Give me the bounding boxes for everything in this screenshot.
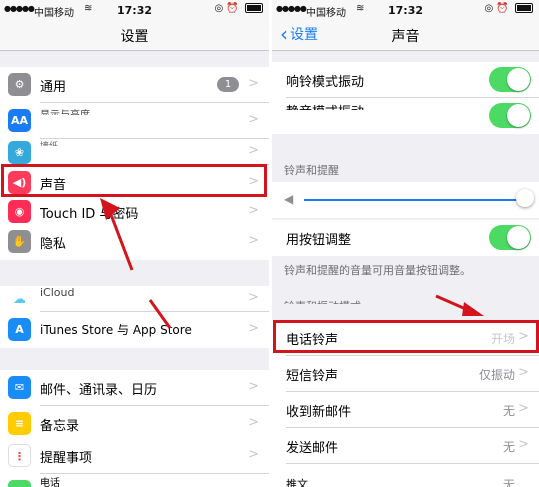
- display-brightness-icon: AA: [8, 109, 31, 132]
- settings-item-phone[interactable]: ✆ 电话: [0, 474, 269, 487]
- arrow-icon: [100, 198, 134, 271]
- nav-bar: 设置: [0, 20, 269, 51]
- chevron-right-icon: >: [248, 143, 259, 158]
- chevron-right-icon: >: [518, 365, 529, 380]
- hand-icon: ✋: [8, 230, 31, 253]
- chevron-right-icon: >: [518, 401, 529, 416]
- rotation-lock-icon: ◎: [214, 3, 224, 14]
- tweet-row[interactable]: 推文 无: [272, 464, 539, 487]
- chevron-right-icon: >: [248, 203, 259, 218]
- page-title: 声音: [391, 29, 420, 45]
- new-mail-row[interactable]: 收到新邮件 无 >: [272, 392, 539, 428]
- settings-item-mail[interactable]: ✉ 邮件、通讯录、日历 >: [0, 370, 269, 406]
- new-mail-label: 收到新邮件: [286, 405, 352, 420]
- chevron-right-icon: >: [518, 437, 529, 452]
- sent-mail-value: 无: [502, 440, 515, 454]
- ringer-volume-track[interactable]: [304, 199, 527, 201]
- vibrate-on-ring-label: 响铃模式振动: [286, 75, 365, 90]
- vibrate-on-silent-row: 静音模式振动: [272, 98, 539, 134]
- vibrate-on-ring-row: 响铃模式振动: [272, 62, 539, 98]
- patterns-section-header: 铃声和振动模式: [284, 298, 361, 304]
- ringer-volume-knob[interactable]: [516, 189, 534, 207]
- app-store-icon: A: [8, 318, 31, 341]
- vibrate-on-silent-toggle[interactable]: [489, 103, 531, 128]
- chevron-right-icon: >: [248, 76, 259, 91]
- chevron-right-icon: >: [248, 290, 259, 305]
- cloud-icon: ☁: [8, 288, 31, 311]
- speaker-icon: ◀: [284, 192, 294, 206]
- phone-icon: ✆: [8, 480, 31, 487]
- status-bar: ●●●●● 中国移动 ≋ 17:32 ◎ ⏰: [272, 0, 539, 20]
- change-with-buttons-label: 用按钮调整: [286, 233, 352, 248]
- settings-item-label: 电话: [40, 478, 60, 487]
- fingerprint-icon: ◉: [8, 200, 31, 223]
- settings-item-label: 备忘录: [40, 419, 80, 434]
- status-right-icons: ◎ ⏰: [484, 3, 533, 14]
- settings-item-label: 邮件、通讯录、日历: [40, 383, 158, 398]
- vibrate-on-ring-toggle[interactable]: [489, 67, 531, 92]
- highlight-box-ringtone: [273, 320, 539, 353]
- tweet-value: 无: [502, 478, 515, 487]
- settings-item-itunes[interactable]: A iTunes Store 与 App Store >: [0, 312, 269, 348]
- status-right-icons: ◎ ⏰: [214, 3, 263, 14]
- rotation-lock-icon: ◎: [484, 3, 494, 14]
- settings-item-wallpaper[interactable]: ❀ 墙纸 >: [0, 139, 269, 165]
- status-bar: ●●●●● 中国移动 ≋ 17:32 ◎ ⏰: [0, 0, 269, 20]
- settings-screen: ●●●●● 中国移动 ≋ 17:32 ◎ ⏰ 设置 ⚙ 通用 1 > AA 显示…: [0, 0, 269, 487]
- ringer-note: 铃声和提醒的音量可用音量按钮调整。: [284, 264, 471, 277]
- chevron-right-icon: >: [248, 233, 259, 248]
- change-with-buttons-row: 用按钮调整: [272, 220, 539, 256]
- tweet-label: 推文: [286, 478, 308, 487]
- page-title: 设置: [120, 29, 149, 45]
- arrow-icon: [435, 294, 484, 316]
- gear-icon: ⚙: [8, 73, 31, 96]
- settings-item-label: iCloud: [40, 286, 75, 297]
- nav-bar: ‹ 设置 声音: [272, 20, 539, 51]
- settings-item-label: 墙纸: [40, 139, 58, 146]
- new-mail-value: 无: [502, 404, 515, 418]
- mail-icon: ✉: [8, 376, 31, 399]
- notes-icon: ≡: [8, 412, 31, 435]
- alarm-icon: ⏰: [496, 3, 509, 14]
- ringer-volume-row: ◀: [272, 182, 539, 218]
- reminders-icon: ⋮: [8, 444, 31, 467]
- battery-icon: [245, 3, 263, 13]
- settings-item-label: 显示与亮度: [40, 106, 90, 115]
- text-tone-value: 仅振动: [478, 368, 515, 382]
- settings-item-display[interactable]: AA 显示与亮度 >: [0, 103, 269, 139]
- wallpaper-icon: ❀: [8, 141, 31, 164]
- settings-item-notes[interactable]: ≡ 备忘录 >: [0, 406, 269, 442]
- settings-item-label: 通用: [40, 80, 67, 95]
- sounds-screen: ●●●●● 中国移动 ≋ 17:32 ◎ ⏰ ‹设置 声音 响铃模式振动 静音模…: [272, 0, 539, 487]
- battery-icon: [515, 3, 533, 13]
- sent-mail-label: 发送邮件: [286, 441, 339, 456]
- settings-item-reminders[interactable]: ⋮ 提醒事项 >: [0, 438, 269, 474]
- sent-mail-row[interactable]: 发送邮件 无 >: [272, 428, 539, 464]
- settings-item-label: 提醒事项: [40, 451, 93, 466]
- notification-badge: 1: [217, 77, 239, 92]
- settings-item-icloud[interactable]: ☁ iCloud >: [0, 286, 269, 312]
- chevron-right-icon: >: [248, 379, 259, 394]
- chevron-right-icon: >: [248, 321, 259, 336]
- settings-item-label: 隐私: [40, 237, 67, 252]
- chevron-right-icon: >: [248, 447, 259, 462]
- alarm-icon: ⏰: [226, 3, 239, 14]
- chevron-right-icon: >: [248, 415, 259, 430]
- change-with-buttons-toggle[interactable]: [489, 225, 531, 250]
- ringer-section-header: 铃声和提醒: [284, 164, 339, 177]
- chevron-right-icon: >: [248, 112, 259, 127]
- arrow-icon: [148, 299, 172, 329]
- text-tone-row[interactable]: 短信铃声 仅振动 >: [272, 356, 539, 392]
- vibrate-on-silent-label: 静音模式振动: [286, 101, 364, 110]
- settings-item-general[interactable]: ⚙ 通用 1 >: [0, 67, 269, 103]
- text-tone-label: 短信铃声: [286, 369, 339, 384]
